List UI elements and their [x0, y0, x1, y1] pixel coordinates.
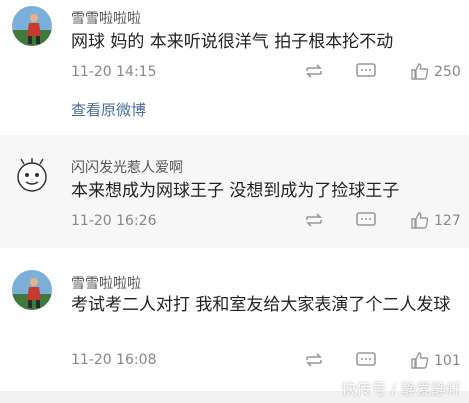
- thumbs-up-icon[interactable]: [409, 211, 431, 229]
- like-count: 250: [434, 64, 461, 80]
- username[interactable]: 雪雪啦啦啦: [71, 8, 141, 28]
- tennis-player-avatar-icon: [12, 270, 52, 310]
- watermark: 快传号 / 静爱静轩: [341, 380, 461, 398]
- user-avatar[interactable]: [12, 6, 52, 46]
- comment-item-3: 雪雪啦啦啦 考试考二人对打 我和室友给大家表演了个二人发球 11-20 16:0…: [0, 248, 469, 391]
- repost-icon[interactable]: [303, 62, 325, 80]
- comment-text: 本来想成为网球王子 没想到成为了捡球王子: [71, 181, 400, 201]
- view-original-link[interactable]: 查看原微博: [71, 99, 146, 120]
- comment-icon[interactable]: [355, 351, 377, 369]
- user-avatar[interactable]: [12, 155, 52, 195]
- tennis-player-avatar-icon: [12, 6, 52, 46]
- like-count: 127: [434, 213, 461, 229]
- cartoon-face-avatar-icon: [12, 155, 52, 195]
- username[interactable]: 雪雪啦啦啦: [71, 273, 141, 293]
- timestamp: 11-20 16:26: [71, 213, 157, 229]
- comment-text: 考试考二人对打 我和室友给大家表演了个二人发球: [71, 295, 451, 315]
- thumbs-up-icon[interactable]: [409, 62, 431, 80]
- timestamp: 11-20 16:08: [71, 352, 157, 368]
- comment-icon[interactable]: [355, 62, 377, 80]
- comment-text: 网球 妈的 本来听说很洋气 拍子根本抡不动: [71, 32, 394, 52]
- timestamp: 11-20 14:15: [71, 64, 157, 80]
- username[interactable]: 闪闪发光惹人爱啊: [71, 157, 183, 177]
- like-count: 101: [434, 353, 461, 369]
- comment-item-1: 雪雪啦啦啦 网球 妈的 本来听说很洋气 拍子根本抡不动 11-20 14:15 …: [0, 0, 469, 135]
- user-avatar[interactable]: [12, 270, 52, 310]
- comment-item-2: 闪闪发光惹人爱啊 本来想成为网球王子 没想到成为了捡球王子 11-20 16:2…: [0, 135, 469, 248]
- repost-icon[interactable]: [303, 211, 325, 229]
- thumbs-up-icon[interactable]: [409, 351, 431, 369]
- comment-icon[interactable]: [355, 211, 377, 229]
- repost-icon[interactable]: [303, 351, 325, 369]
